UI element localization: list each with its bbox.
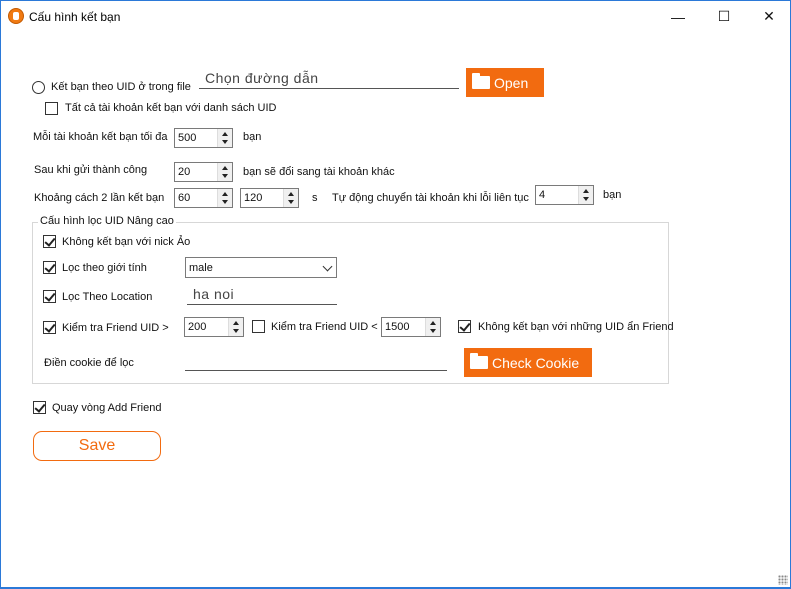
interval-max-stepper[interactable]: 120 xyxy=(240,188,299,208)
after-sent-label: Sau khi gửi thành công xyxy=(34,164,148,176)
after-sent-suffix: bạn sẽ đổi sang tài khoản khác xyxy=(243,166,395,178)
interval-min-value: 60 xyxy=(178,192,191,204)
friend-max-label: Kiểm tra Friend UID < xyxy=(271,321,378,333)
after-sent-stepper[interactable]: 20 xyxy=(174,162,233,182)
friend-min-stepper[interactable]: 200 xyxy=(184,317,244,337)
stepper-up-icon[interactable] xyxy=(284,189,299,198)
max-per-account-unit: bạn xyxy=(243,131,262,143)
all-accounts-checkbox[interactable] xyxy=(45,102,58,115)
auto-switch-label: Tự động chuyển tài khoản khi lỗi liên tụ… xyxy=(332,192,529,204)
stepper-up-icon[interactable] xyxy=(579,186,594,195)
open-button[interactable]: Open xyxy=(466,68,544,97)
cookie-input[interactable] xyxy=(185,351,447,371)
file-uid-radio[interactable] xyxy=(32,81,45,94)
minimize-button[interactable]: — xyxy=(655,1,701,32)
auto-switch-value: 4 xyxy=(539,189,546,201)
interval-max-value: 120 xyxy=(244,192,263,204)
friend-min-value: 200 xyxy=(188,321,207,333)
check-cookie-button[interactable]: Check Cookie xyxy=(464,348,592,377)
friend-max-checkbox[interactable] xyxy=(252,320,265,333)
stepper-up-icon[interactable] xyxy=(218,163,233,172)
auto-switch-stepper[interactable]: 4 xyxy=(535,185,594,205)
file-uid-label: Kết bạn theo UID ở trong file xyxy=(51,81,191,93)
stepper-down-icon[interactable] xyxy=(229,327,244,336)
friend-min-label: Kiểm tra Friend UID > xyxy=(62,322,169,334)
friend-min-checkbox[interactable] xyxy=(43,321,56,334)
loop-checkbox[interactable] xyxy=(33,401,46,414)
stepper-up-icon[interactable] xyxy=(218,189,233,198)
hidden-friend-checkbox[interactable] xyxy=(458,320,471,333)
loop-label: Quay vòng Add Friend xyxy=(52,402,162,414)
location-filter-checkbox[interactable] xyxy=(43,290,56,303)
friend-max-stepper[interactable]: 1500 xyxy=(381,317,441,337)
stepper-up-icon[interactable] xyxy=(229,318,244,327)
hidden-friend-label: Không kết bạn với những UID ẩn Friend xyxy=(478,321,674,333)
folder-icon xyxy=(470,353,488,369)
cookie-label: Điền cookie để lọc xyxy=(44,357,134,369)
stepper-up-icon[interactable] xyxy=(218,129,233,138)
max-per-account-value: 500 xyxy=(178,132,197,144)
max-per-account-label: Mỗi tài khoản kết bạn tối đa xyxy=(33,131,168,143)
maximize-button[interactable]: ☐ xyxy=(701,1,747,32)
max-per-account-stepper[interactable]: 500 xyxy=(174,128,233,148)
after-sent-value: 20 xyxy=(178,166,191,178)
close-button[interactable]: ✕ xyxy=(746,1,791,32)
file-path-input[interactable]: Chọn đường dẫn xyxy=(199,69,459,89)
interval-unit: s xyxy=(312,192,318,204)
folder-icon xyxy=(472,73,490,89)
window-title: Cấu hình kết bạn xyxy=(29,10,121,24)
stepper-down-icon[interactable] xyxy=(218,172,233,181)
gender-select-value: male xyxy=(189,262,213,274)
title-bar: Cấu hình kết bạn — ☐ ✕ xyxy=(1,1,790,32)
app-icon xyxy=(8,8,24,24)
resize-grip-icon[interactable] xyxy=(778,575,788,585)
location-input[interactable]: ha noi xyxy=(187,285,337,305)
stepper-down-icon[interactable] xyxy=(218,138,233,147)
auto-switch-unit: bạn xyxy=(603,189,622,201)
gender-filter-checkbox[interactable] xyxy=(43,261,56,274)
stepper-down-icon[interactable] xyxy=(579,195,594,204)
advanced-filter-title: Cấu hình lọc UID Nâng cao xyxy=(38,215,176,227)
chevron-down-icon xyxy=(322,261,333,272)
gender-filter-label: Lọc theo giới tính xyxy=(62,262,147,274)
interval-label: Khoảng cách 2 lần kết bạn xyxy=(34,192,165,204)
stepper-down-icon[interactable] xyxy=(218,198,233,207)
location-filter-label: Lọc Theo Location xyxy=(62,291,153,303)
no-fake-checkbox[interactable] xyxy=(43,235,56,248)
stepper-down-icon[interactable] xyxy=(426,327,441,336)
stepper-down-icon[interactable] xyxy=(284,198,299,207)
stepper-up-icon[interactable] xyxy=(426,318,441,327)
no-fake-label: Không kết bạn với nick Ảo xyxy=(62,236,191,248)
gender-select[interactable]: male xyxy=(185,257,337,278)
open-button-label: Open xyxy=(494,74,529,91)
all-accounts-label: Tất cả tài khoản kết bạn với danh sách U… xyxy=(65,102,277,114)
config-window: Cấu hình kết bạn — ☐ ✕ Kết bạn theo UID … xyxy=(0,0,791,589)
interval-min-stepper[interactable]: 60 xyxy=(174,188,233,208)
save-button[interactable]: Save xyxy=(33,431,161,461)
check-cookie-button-label: Check Cookie xyxy=(492,354,580,371)
friend-max-value: 1500 xyxy=(385,321,410,333)
